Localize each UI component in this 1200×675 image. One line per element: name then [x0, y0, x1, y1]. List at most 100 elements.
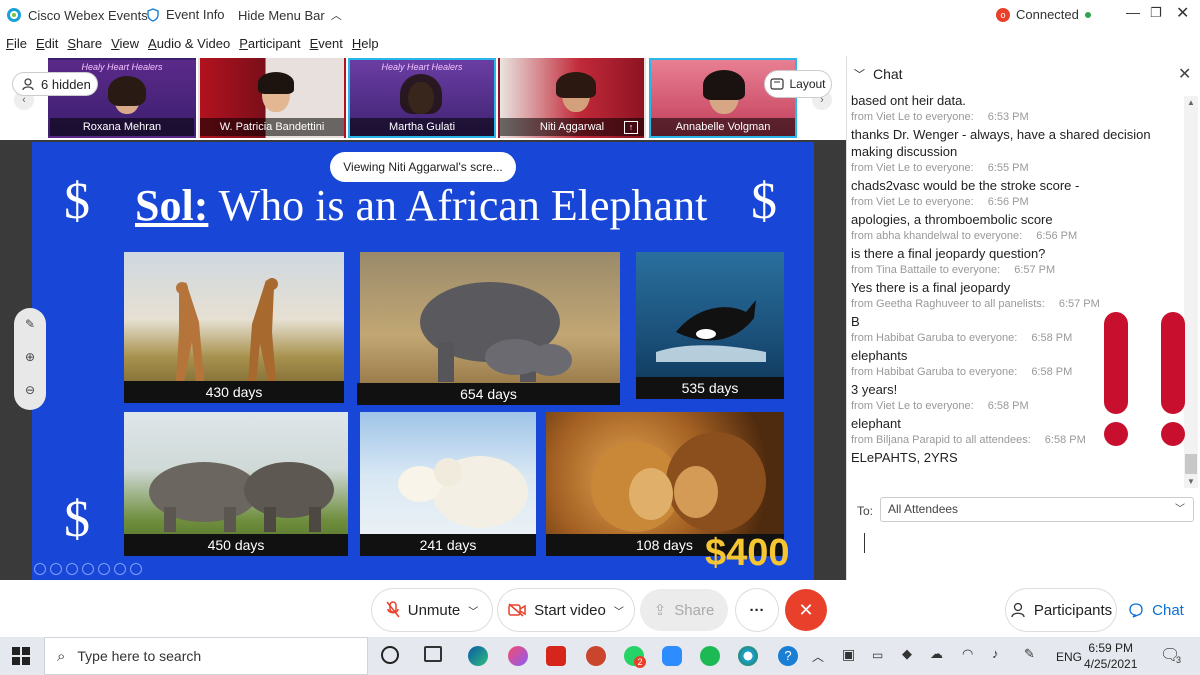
cortana-icon[interactable] [381, 646, 399, 664]
thumbnail-niti[interactable]: Niti Aggarwal ↑ [498, 58, 646, 138]
thumbnail-martha[interactable]: Healy Heart Healers Martha Gulati [348, 58, 496, 138]
menu-share[interactable]: Share [67, 36, 102, 51]
menu-audio-video[interactable]: Audio & Video [148, 36, 230, 51]
language-indicator[interactable]: ENG [1056, 650, 1082, 664]
scroll-down-icon[interactable]: ▼ [1187, 477, 1195, 486]
exclamation-overlay [1104, 312, 1185, 446]
dropbox-icon[interactable]: ◆ [902, 646, 912, 662]
annotate-pen-icon[interactable]: ✎ [14, 308, 46, 341]
webex-taskbar-icon[interactable] [738, 646, 758, 666]
itunes-icon[interactable] [508, 646, 528, 666]
chevron-down-icon: ﹀ [854, 69, 865, 81]
layout-button[interactable]: Layout [764, 70, 832, 98]
event-info-button[interactable]: Event Info [146, 7, 225, 22]
giraffes-photo [124, 252, 344, 402]
participants-panel-button[interactable]: Participants [1006, 589, 1116, 631]
recipient-select[interactable]: All Attendees ﹀ [880, 497, 1194, 522]
pen-tray-icon[interactable]: ✎ [1024, 646, 1035, 662]
leave-meeting-button[interactable]: ✕ [785, 589, 827, 631]
powerpoint-icon[interactable] [586, 646, 606, 666]
text-caret [864, 533, 865, 553]
card-caption-orca: 535 days [636, 377, 784, 399]
chevron-down-icon[interactable]: ﹀ [468, 603, 478, 618]
spotify-icon[interactable] [700, 646, 720, 666]
more-options-button[interactable]: ··· [736, 589, 778, 631]
chat-panel-button[interactable]: Chat [1120, 589, 1192, 631]
chat-scroll-thumb[interactable] [1185, 454, 1197, 474]
menu-view[interactable]: View [111, 36, 139, 51]
tray-expand-icon[interactable]: ︿ [812, 648, 824, 665]
more-options-icon[interactable] [130, 563, 142, 575]
webex-logo-icon [7, 8, 21, 22]
person-icon [22, 78, 34, 91]
edge-icon[interactable] [468, 646, 488, 666]
taskbar-clock[interactable]: 6:59 PM 4/25/2021 [1084, 640, 1137, 672]
menu-participant[interactable]: Participant [239, 36, 300, 51]
pen-tool-icon[interactable] [66, 563, 78, 575]
scroll-up-icon[interactable]: ▲ [1187, 98, 1195, 107]
chat-message: thanks Dr. Wenger - always, have a share… [851, 127, 1151, 159]
zoom-icon[interactable] [98, 563, 110, 575]
volume-icon[interactable]: ♪ [992, 646, 999, 661]
menu-file[interactable]: File [6, 36, 27, 51]
annotation-zoom-toolbar: ✎ ⊕ ⊖ [14, 308, 46, 410]
close-chat-button[interactable]: ✕ [1178, 64, 1191, 84]
chat-message: ELePAHTS, 2YRS [851, 450, 958, 465]
tray-app-icon[interactable]: ▣ [842, 646, 855, 663]
prev-slide-icon[interactable] [34, 563, 46, 575]
next-slide-icon[interactable] [50, 563, 62, 575]
shield-info-icon [147, 7, 159, 22]
app-title: Cisco Webex Events [6, 7, 148, 23]
slide-title: Sol: Who is an African Elephant [135, 181, 708, 230]
chat-bubble-icon [1129, 603, 1143, 618]
chat-input[interactable] [854, 526, 1194, 576]
share-icon: ⇪ [653, 602, 667, 619]
share-button[interactable]: ⇪ Share [640, 589, 728, 631]
minimize-button[interactable]: — [1126, 4, 1140, 20]
maximize-button[interactable]: ❐ [1150, 5, 1162, 21]
chat-message: apologies, a thromboembolic score [851, 212, 1053, 227]
exclamation-bar-right [1161, 312, 1185, 414]
card-caption-elephants: 654 days [357, 383, 620, 405]
jeopardy-amount: $400 [705, 532, 790, 574]
participant-hair [556, 72, 596, 98]
zoom-in-icon[interactable]: ⊕ [14, 341, 46, 374]
connection-status[interactable]: o Connected [996, 7, 1091, 22]
zoom-out-icon[interactable]: ⊖ [14, 374, 46, 407]
unmute-button[interactable]: Unmute ﹀ [372, 589, 492, 631]
card-caption-polar-bears: 241 days [360, 534, 536, 556]
menu-edit[interactable]: Edit [36, 36, 58, 51]
chat-meta: from Viet Le to everyone: 6:56 PM [851, 196, 1029, 208]
chat-meta: from Viet Le to everyone: 6:53 PM [851, 111, 1029, 123]
title-bar: Cisco Webex Events Event Info Hide Menu … [0, 0, 1200, 30]
taskbar-search[interactable]: ⌕ Type here to search [44, 637, 368, 675]
menu-help[interactable]: Help [352, 36, 379, 51]
gallery-icon[interactable] [82, 563, 94, 575]
menu-event[interactable]: Event [310, 36, 343, 51]
start-video-button[interactable]: Start video ﹀ [498, 589, 634, 631]
battery-icon[interactable]: ▭ [872, 648, 883, 662]
chat-header[interactable]: ﹀ Chat [854, 66, 903, 82]
subtitle-icon[interactable] [114, 563, 126, 575]
chevron-up-icon: ︿ [330, 10, 342, 22]
thumbnail-patricia[interactable]: W. Patricia Bandettini [198, 58, 346, 138]
chat-message: Yes there is a final jeopardy [851, 280, 1011, 295]
wifi-icon[interactable]: ◠ [962, 646, 973, 662]
thumbnail-roxana[interactable]: Healy Heart Healers Roxana Mehran [48, 58, 196, 138]
hide-menu-bar-button[interactable]: Hide Menu Bar ︿ [238, 7, 342, 23]
cloud-icon[interactable]: ☁ [930, 646, 943, 662]
muted-mic-icon [386, 601, 400, 618]
chat-message: is there a final jeopardy question? [851, 246, 1046, 261]
participant-hair [703, 70, 745, 100]
dollar-sign-top: $ [64, 173, 90, 230]
hidden-participants-button[interactable]: 6 hidden [12, 72, 98, 96]
help-icon[interactable]: ? [778, 646, 798, 666]
chevron-down-icon[interactable]: ﹀ [614, 603, 624, 618]
exclamation-bar-left [1104, 312, 1128, 414]
acrobat-icon[interactable] [546, 646, 566, 666]
windows-start-icon[interactable] [12, 647, 30, 670]
zoom-app-icon[interactable] [662, 646, 682, 666]
task-view-icon[interactable] [424, 646, 442, 662]
exclamation-dot-right [1161, 422, 1185, 446]
close-window-button[interactable]: ✕ [1176, 3, 1189, 23]
